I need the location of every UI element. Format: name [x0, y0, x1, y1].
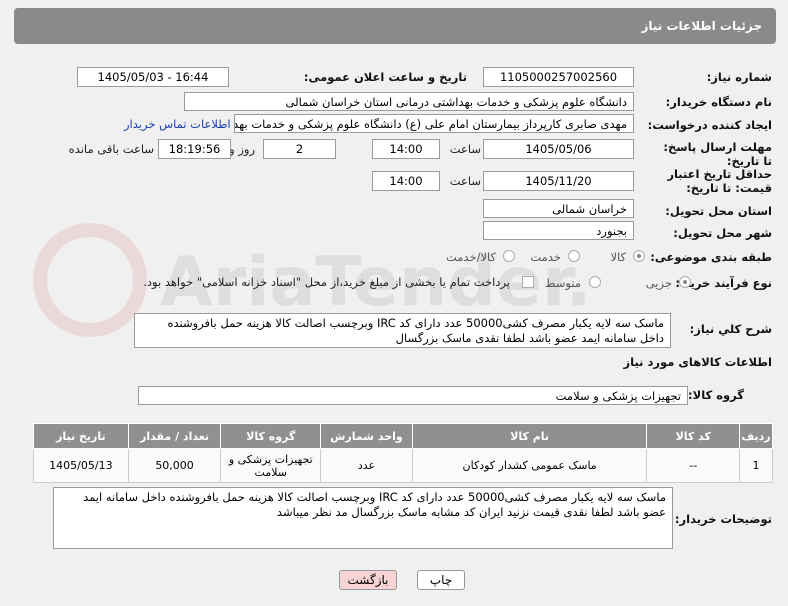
buyer-notes-label: توضیحات خریدار: — [674, 512, 772, 526]
items-table-header: ردیف کد کالا نام کالا واحد شمارش گروه کا… — [33, 423, 773, 449]
validity-date-field[interactable]: 1405/11/20 — [483, 171, 634, 191]
validity-time-label: ساعت — [449, 174, 481, 188]
print-button[interactable]: چاپ — [417, 570, 465, 590]
description-label: شرح کلي نياز: — [689, 322, 772, 336]
cell-item-code: -- — [646, 448, 741, 483]
table-row[interactable]: 1 -- ماسک عمومی کشدار کودکان عدد تجهیزات… — [33, 448, 773, 483]
province-label: استان محل تحویل: — [665, 204, 772, 218]
col-quantity: تعداد / مقدار — [127, 423, 222, 449]
deadline-date-field[interactable]: 1405/05/06 — [483, 139, 634, 159]
category-goods-label: کالا — [610, 250, 626, 264]
col-unit: واحد شمارش — [320, 423, 413, 449]
category-goods-service-label: کالا/خدمت — [445, 250, 496, 264]
need-number-label: شماره نیاز: — [706, 70, 772, 84]
announce-date-field[interactable]: 1405/05/03 - 16:44 — [77, 67, 229, 87]
deadline-time-field[interactable]: 14:00 — [372, 139, 440, 159]
col-item-code: کد کالا — [646, 423, 741, 449]
cell-unit: عدد — [320, 448, 413, 483]
buyer-org-field[interactable]: دانشگاه علوم پزشکی و خدمات بهداشتی درمان… — [184, 92, 634, 111]
category-goods-service-radio[interactable] — [503, 250, 515, 262]
need-number-field[interactable]: 1105000257002560 — [483, 67, 634, 87]
process-minor-label: جزیی — [645, 276, 672, 290]
cell-quantity: 50,000 — [127, 448, 222, 483]
goods-group-field[interactable]: تجهیزات پزشکی و سلامت — [138, 386, 688, 405]
category-service-radio[interactable] — [568, 250, 580, 262]
validity-label: حداقل تاریخ اعتبار قیمت: تا تاریخ: — [667, 167, 772, 195]
treasury-payment-note: پرداخت تمام یا بخشی از مبلغ خرید،از محل … — [143, 275, 510, 289]
requester-field[interactable]: مهدی صابری کارپرداز بیمارستان امام علی (… — [234, 114, 634, 133]
items-table: ردیف کد کالا نام کالا واحد شمارش گروه کا… — [33, 423, 773, 483]
back-button[interactable]: بازگشت — [339, 570, 397, 590]
cell-row-number: 1 — [739, 448, 773, 483]
announce-label: تاریخ و ساعت اعلان عمومی: — [303, 70, 467, 84]
province-field[interactable]: خراسان شمالی — [483, 199, 634, 218]
validity-time-field[interactable]: 14:00 — [372, 171, 440, 191]
buyer-org-label: نام دستگاه خریدار: — [665, 95, 772, 109]
col-item-name: نام کالا — [411, 423, 648, 449]
requester-label: ایجاد کننده درخواست: — [647, 118, 772, 132]
col-group: گروه کالا — [220, 423, 322, 449]
days-label: روز و — [229, 142, 255, 156]
cell-item-name: ماسک عمومی کشدار کودکان — [411, 448, 648, 483]
category-label: طبقه بندی موضوعی: — [650, 250, 772, 264]
treasury-payment-checkbox[interactable] — [522, 276, 534, 288]
goods-section-title: اطلاعات کالاهای مورد نیاز — [623, 355, 772, 369]
col-row-number: ردیف — [739, 423, 773, 449]
page-title: جزئیات اطلاعات نیاز — [641, 19, 762, 33]
category-goods-radio[interactable] — [633, 250, 645, 262]
remaining-time-field[interactable]: 18:19:56 — [158, 139, 231, 159]
process-minor-radio[interactable] — [679, 276, 691, 288]
goods-group-label: گروه کالا: — [688, 388, 744, 402]
col-need-date: تاریخ نیاز — [33, 423, 129, 449]
process-medium-label: متوسط — [544, 276, 581, 290]
city-label: شهر محل تحویل: — [673, 226, 772, 240]
description-textarea[interactable]: ماسک سه لایه یکبار مصرف کشی50000 عدد دار… — [134, 313, 671, 348]
buyer-notes-textarea[interactable]: ماسک سه لایه یکبار مصرف کشی50000 عدد دار… — [53, 487, 673, 549]
deadline-label: مهلت ارسال پاسخ: تا تاریخ: — [663, 140, 772, 168]
buyer-contact-link[interactable]: اطلاعات تماس خریدار — [124, 117, 231, 131]
process-medium-radio[interactable] — [589, 276, 601, 288]
cell-group: تجهیزات پزشکی و سلامت — [220, 448, 322, 483]
cell-need-date: 1405/05/13 — [33, 448, 129, 483]
days-remaining-field[interactable]: 2 — [263, 139, 336, 159]
city-field[interactable]: بجنورد — [483, 221, 634, 240]
remaining-time-label: ساعت باقی مانده — [68, 142, 154, 156]
deadline-time-label: ساعت — [449, 142, 481, 156]
page-header: جزئیات اطلاعات نیاز — [14, 8, 776, 44]
category-service-label: خدمت — [530, 250, 561, 264]
